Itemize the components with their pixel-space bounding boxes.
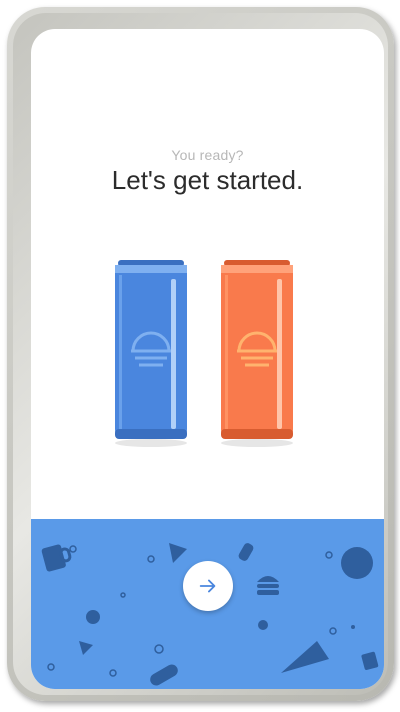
bandage-icon	[238, 543, 254, 561]
blue-soda-can	[115, 260, 187, 439]
orange-soda-can	[221, 260, 293, 439]
pizza-icon	[169, 543, 187, 563]
hotdog-icon	[150, 664, 178, 686]
arrow-right-icon	[199, 579, 216, 593]
pizza-icon	[281, 641, 329, 673]
mug-icon	[41, 544, 72, 572]
subtitle: You ready?	[171, 147, 244, 163]
soda-cans-illustration	[115, 260, 293, 447]
cookie-icon	[258, 620, 268, 630]
waffle-icon	[341, 547, 373, 579]
ball-icon	[86, 610, 100, 624]
pizza-icon	[79, 641, 93, 655]
page-title: Let's get started.	[111, 165, 304, 195]
mug-icon	[361, 651, 379, 671]
phone-frame: You ready? Let's get started.	[7, 7, 394, 701]
burger-icon	[257, 576, 279, 595]
next-button[interactable]	[183, 561, 233, 611]
bottom-panel	[31, 519, 384, 689]
onboarding-screen: You ready? Let's get started.	[31, 29, 384, 689]
